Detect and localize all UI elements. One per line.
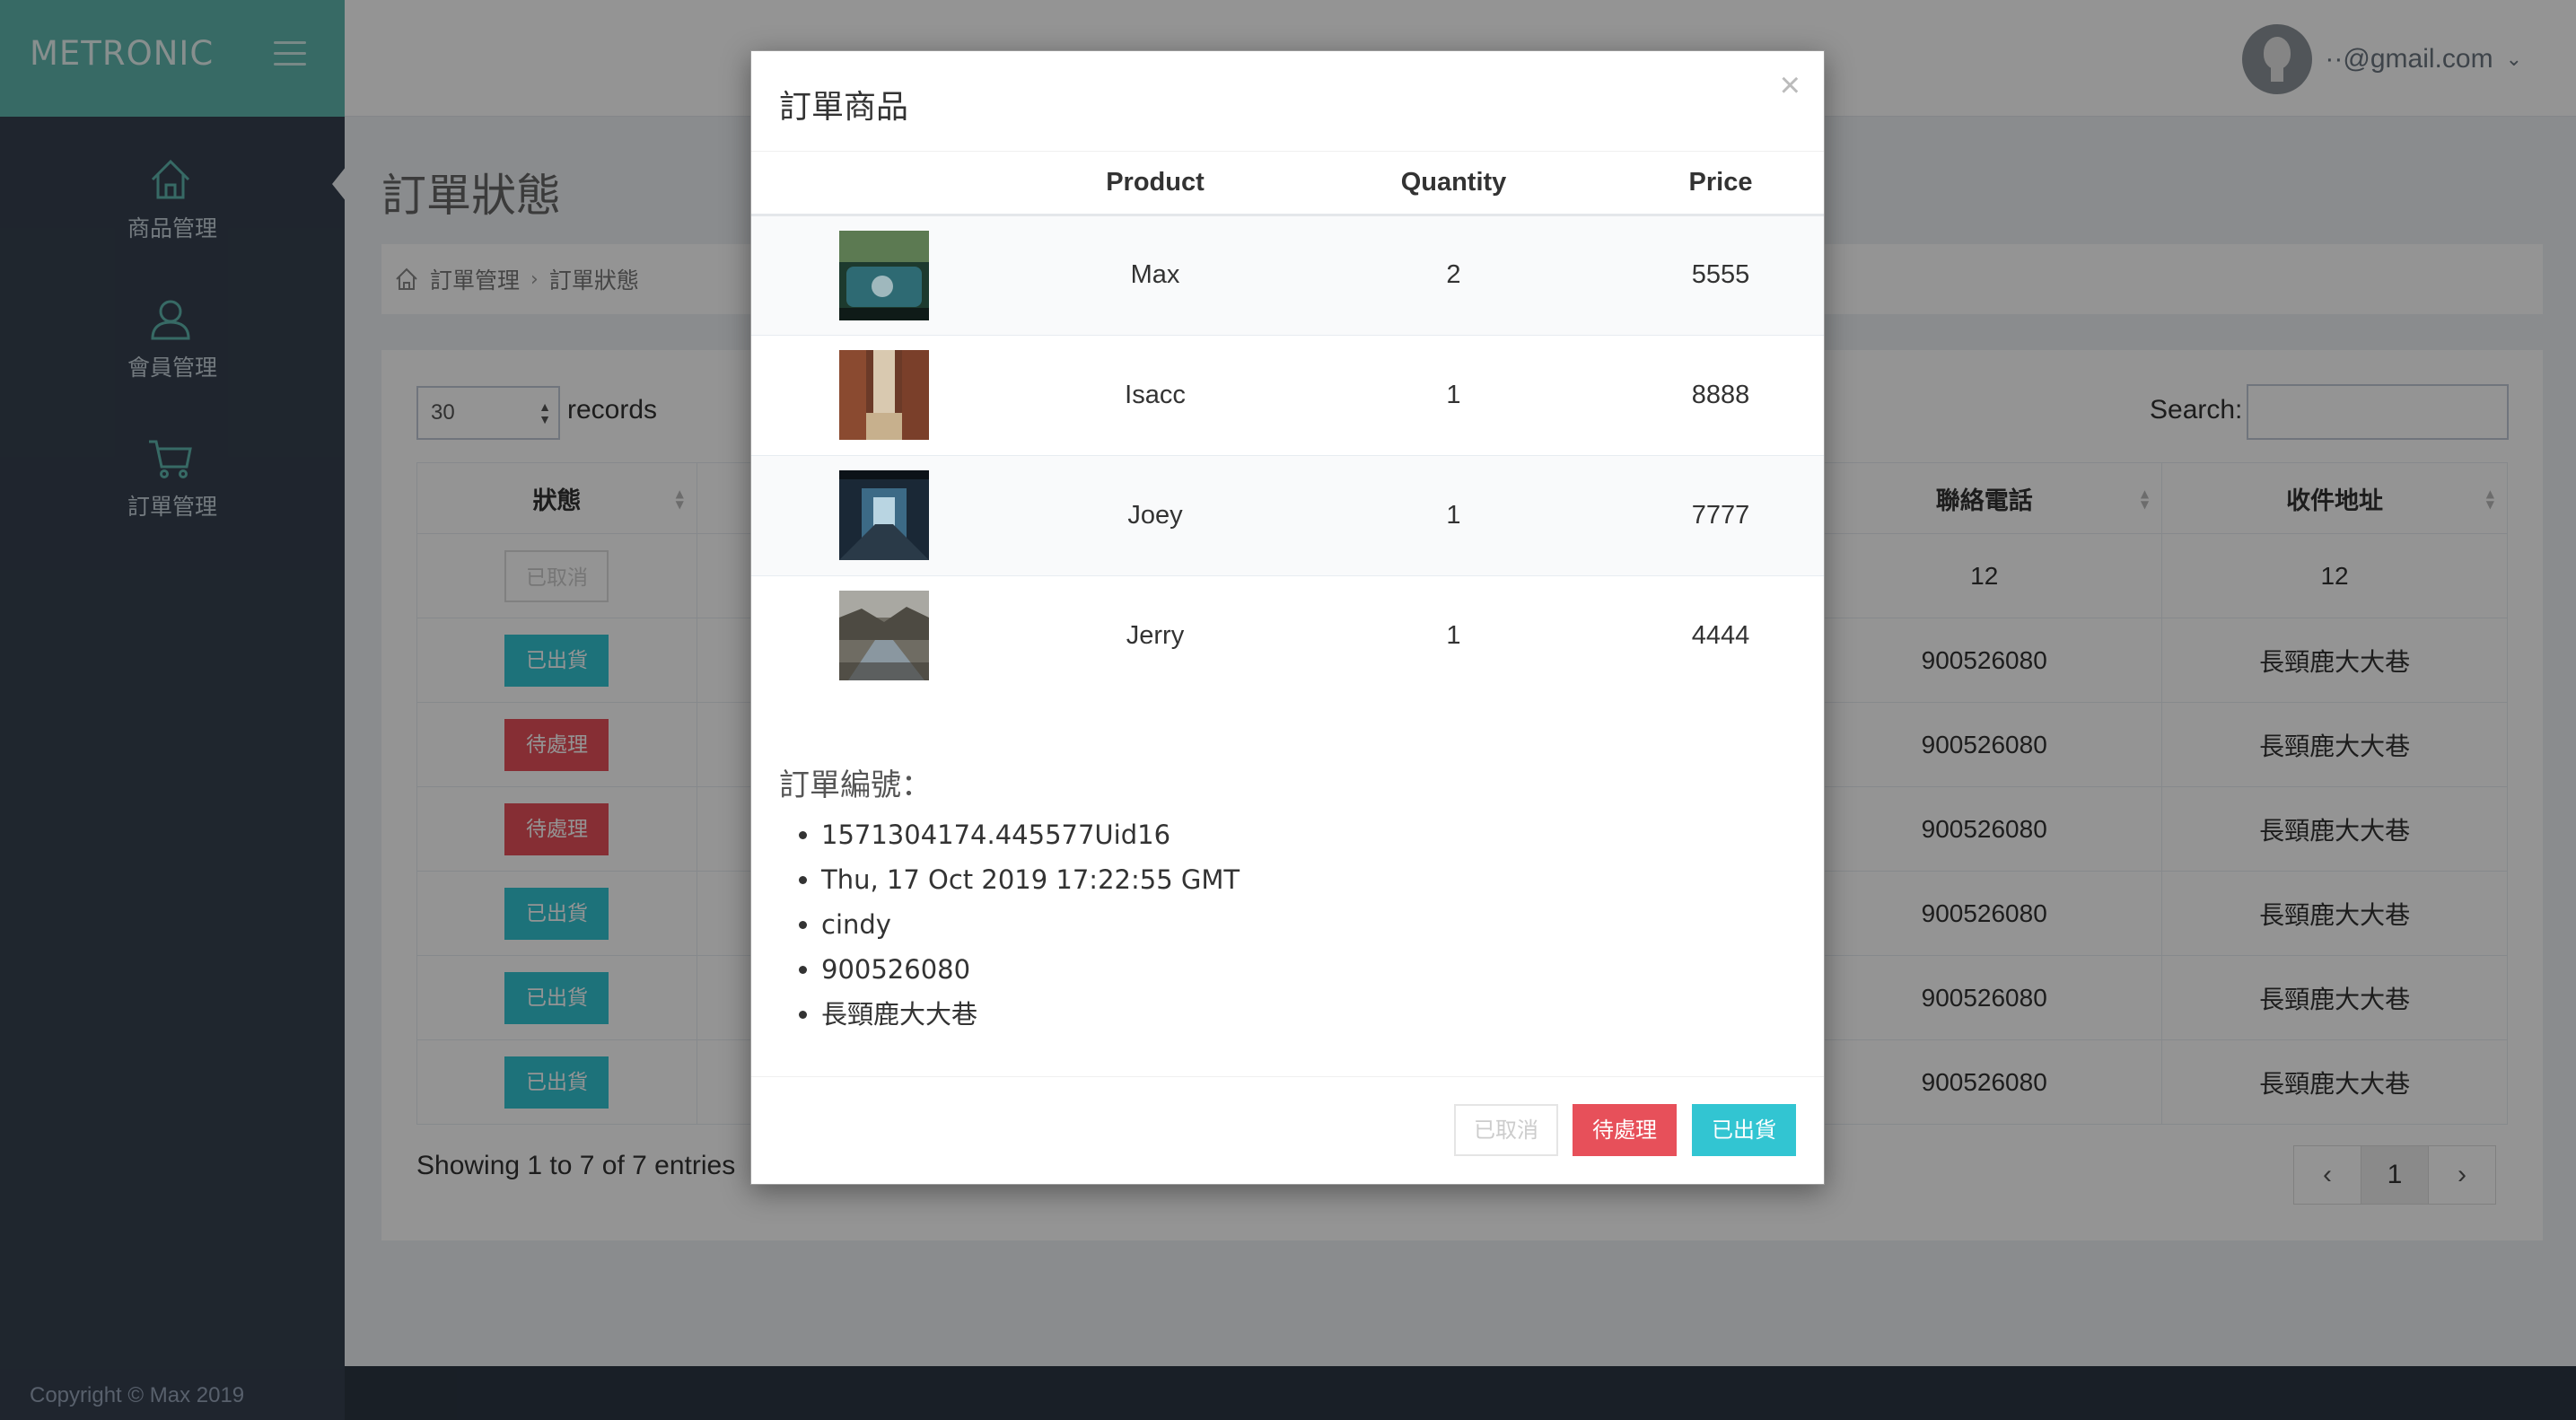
close-icon[interactable]: × [1780,67,1801,103]
product-name: Jerry [1021,574,1290,696]
order-id: 1571304174.445577Uid16 [821,812,1240,857]
order-number-label: 訂單編號： [779,767,932,803]
order-phone: 900526080 [821,947,1240,992]
product-price: 8888 [1617,334,1824,455]
order-products-table: Product Quantity Price Max 2 5555 Isacc … [751,152,1824,696]
table-header-row: Product Quantity Price [751,152,1824,216]
product-price: 7777 [1617,454,1824,575]
modal-title: 訂單商品 [779,89,909,126]
pending-button[interactable]: 待處理 [1573,1104,1677,1156]
product-quantity: 1 [1290,334,1617,455]
product-thumbnail [839,350,929,440]
product-name: Joey [1021,454,1290,575]
modal-footer: 已取消 待處理 已出貨 [751,1076,1824,1184]
cancelled-button[interactable]: 已取消 [1454,1104,1558,1156]
order-date: Thu, 17 Oct 2019 17:22:55 GMT [821,857,1240,902]
product-name: Isacc [1021,334,1290,455]
column-header-quantity: Quantity [1290,152,1617,216]
table-row: Isacc 1 8888 [751,334,1824,455]
table-row: Joey 1 7777 [751,454,1824,575]
order-items-modal: 訂單商品 × Product Quantity Price Max 2 5555… [750,50,1825,1185]
column-header-product: Product [1021,152,1290,216]
modal-header: 訂單商品 × [751,51,1824,152]
table-row: Max 2 5555 [751,214,1824,335]
order-address: 長頸鹿大大巷 [821,992,1240,1037]
column-header-image [751,152,1021,216]
order-details-list: 1571304174.445577Uid16 Thu, 17 Oct 2019 … [821,812,1240,1037]
product-price: 4444 [1617,574,1824,696]
product-thumbnail [839,470,929,560]
product-quantity: 1 [1290,574,1617,696]
product-quantity: 2 [1290,214,1617,335]
product-thumbnail [839,230,929,320]
product-quantity: 1 [1290,454,1617,575]
table-row: Jerry 1 4444 [751,574,1824,696]
order-customer-name: cindy [821,902,1240,947]
shipped-button[interactable]: 已出貨 [1692,1104,1796,1156]
product-thumbnail [839,591,929,681]
product-name: Max [1021,214,1290,335]
product-price: 5555 [1617,214,1824,335]
column-header-price: Price [1617,152,1824,216]
